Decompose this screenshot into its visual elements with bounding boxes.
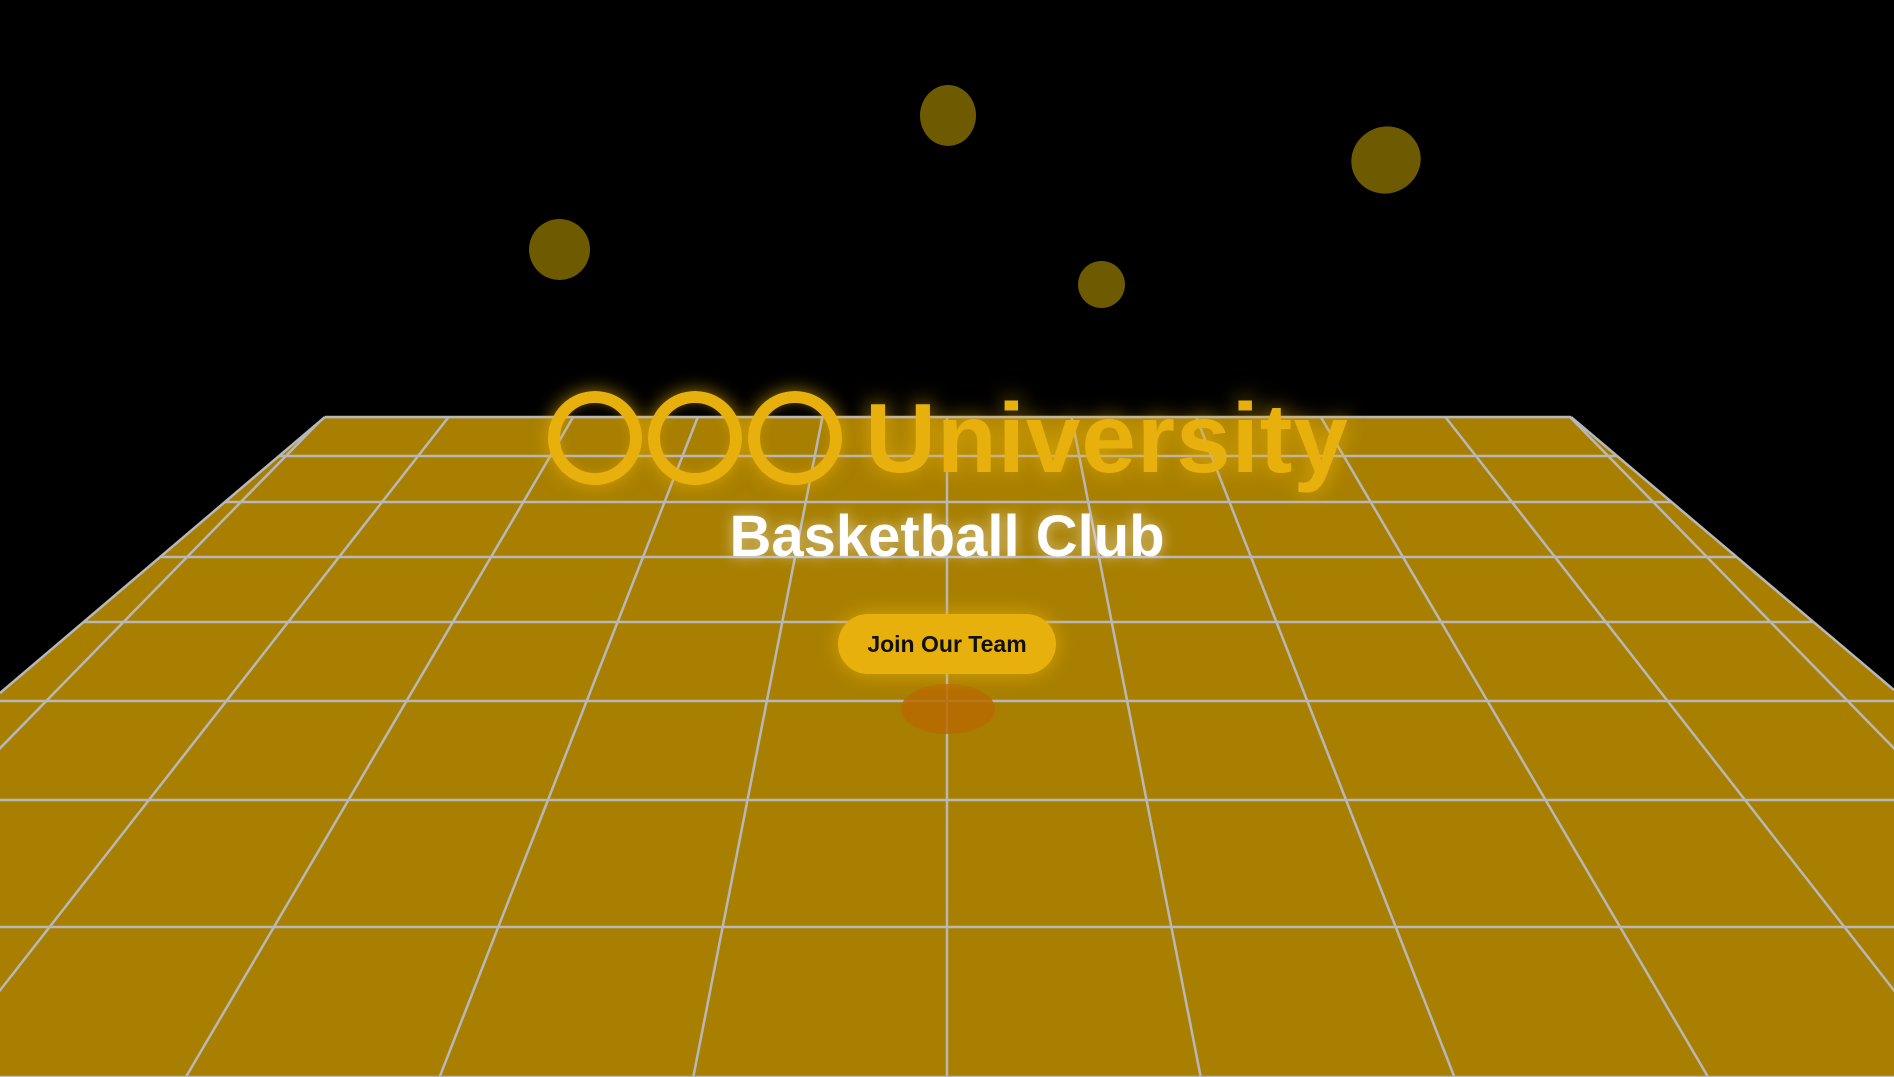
hero-stage: University Basketball Club Join Our Team [0,0,1894,1077]
ring-icon [748,391,843,485]
brand-row: University [0,388,1894,488]
ring-icon [548,391,643,485]
brand-title: University [865,383,1349,493]
join-team-button[interactable]: Join Our Team [838,614,1056,674]
floating-ball [1078,261,1125,308]
ball-shadow [901,684,995,734]
floating-ball [920,85,976,146]
floating-ball [529,219,590,280]
ring-icon [648,391,743,485]
three-rings-icon [545,391,845,485]
hero-content: University Basketball Club Join Our Team [0,388,1894,674]
page-subtitle: Basketball Club [729,504,1165,569]
